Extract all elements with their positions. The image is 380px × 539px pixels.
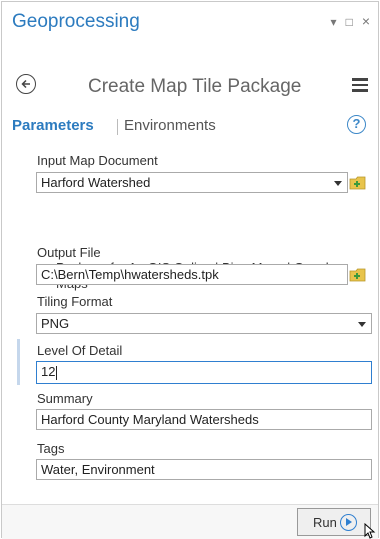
dropdown-arrow-icon[interactable] [334,181,342,186]
tool-header: Create Map Tile Package [2,68,378,102]
tiling-format-value: PNG [41,316,70,331]
back-arrow-icon[interactable] [16,74,36,94]
browse-folder-icon[interactable] [349,265,367,283]
summary-value: Harford County Maryland Watersheds [41,412,259,427]
close-icon[interactable]: × [362,14,370,29]
hamburger-menu-icon[interactable] [352,78,368,92]
level-of-detail-input[interactable]: 12 [36,361,372,384]
output-file-input[interactable]: C:\Bern\Temp\hwatersheds.tpk [36,264,348,285]
summary-label: Summary [37,391,93,406]
tiling-format-label: Tiling Format [37,294,113,309]
browse-folder-icon[interactable] [349,173,367,191]
tab-parameters[interactable]: Parameters [12,117,94,134]
input-map-value: Harford Watershed [41,175,151,190]
tiling-format-dropdown[interactable]: PNG [36,313,372,334]
tab-bar: Parameters Environments ? [12,115,372,139]
pin-menu-icon[interactable]: ▾ [331,15,337,29]
tags-input[interactable]: Water, Environment [36,459,372,480]
tool-title: Create Map Tile Package [88,76,302,97]
summary-input[interactable]: Harford County Maryland Watersheds [36,409,372,430]
mouse-cursor-icon [364,523,376,539]
tab-divider [117,119,118,135]
help-icon[interactable]: ? [347,115,366,134]
tab-environments[interactable]: Environments [124,117,216,134]
tags-label: Tags [37,441,65,456]
pane-titlebar: Geoprocessing ▾ □ × [2,2,378,42]
input-map-dropdown[interactable]: Harford Watershed [36,172,348,193]
restore-icon[interactable]: □ [346,15,353,29]
play-icon [340,514,357,531]
level-of-detail-label: Level Of Detail [37,343,123,358]
level-of-detail-value: 12 [41,364,56,379]
input-map-label: Input Map Document [37,153,158,168]
output-file-label: Output File [37,245,101,260]
run-button[interactable]: Run [297,508,371,536]
output-file-value: C:\Bern\Temp\hwatersheds.tpk [41,267,219,282]
pane-title: Geoprocessing [12,11,140,32]
pane-controls: ▾ □ × [331,14,370,29]
active-parameter-indicator [17,339,20,385]
run-label: Run [313,515,337,530]
text-caret [56,365,58,380]
dropdown-arrow-icon[interactable] [358,322,366,327]
tags-value: Water, Environment [41,462,155,477]
geoprocessing-pane: Geoprocessing ▾ □ × Create Map Tile Pack… [1,1,379,539]
